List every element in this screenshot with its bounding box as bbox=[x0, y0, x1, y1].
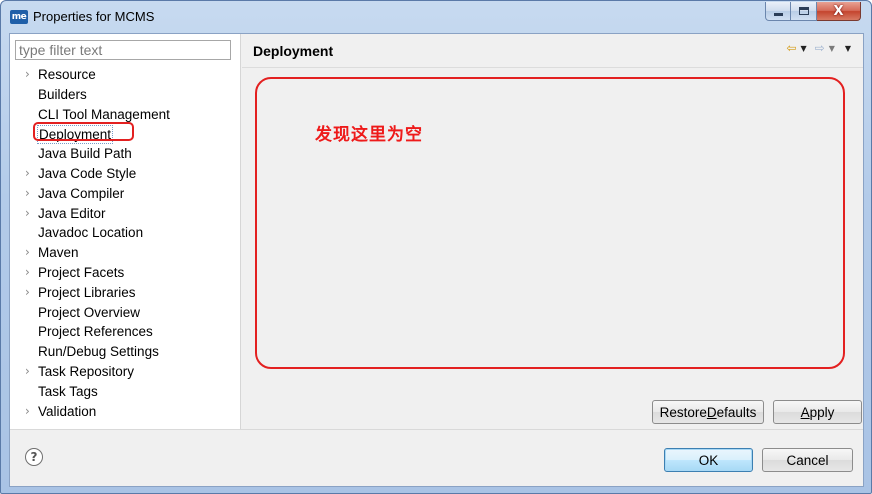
restore-label-mnemonic: D bbox=[706, 404, 717, 420]
restore-label-pre: Restore bbox=[659, 404, 707, 420]
tree-item-validation[interactable]: › Validation bbox=[10, 402, 240, 422]
maximize-button[interactable] bbox=[791, 2, 817, 21]
tree-item-label: Project Overview bbox=[38, 304, 141, 320]
tree-item-project-references[interactable]: Project References bbox=[10, 322, 240, 342]
tree-item-label: CLI Tool Management bbox=[38, 106, 170, 122]
tree-item-deployment[interactable]: Deployment bbox=[10, 124, 240, 145]
ok-button[interactable]: OK bbox=[664, 448, 753, 472]
tree-item-cli-tool-management[interactable]: CLI Tool Management bbox=[10, 105, 240, 125]
category-tree: › Resource Builders CLI Tool Management Depl… bbox=[10, 65, 240, 421]
tree-item-task-tags[interactable]: Task Tags bbox=[10, 382, 240, 402]
back-button[interactable]: ⇦ bbox=[786, 41, 796, 55]
expand-chevron-icon[interactable]: › bbox=[25, 243, 35, 263]
tree-item-java-build-path[interactable]: Java Build Path bbox=[10, 144, 240, 164]
page-content-empty: 发现这里为空 bbox=[242, 69, 863, 429]
tree-item-project-facets[interactable]: › Project Facets bbox=[10, 263, 240, 283]
page-navigation: ⇦ ▼ ⇨ ▼ ▼ bbox=[786, 41, 857, 55]
tree-item-label: Builders bbox=[38, 86, 87, 102]
filter-input[interactable] bbox=[15, 40, 231, 60]
page-header: Deployment ⇦ ▼ ⇨ ▼ ▼ bbox=[242, 34, 863, 68]
tree-item-label: Run/Debug Settings bbox=[38, 344, 159, 360]
tree-item-run-debug-settings[interactable]: Run/Debug Settings bbox=[10, 342, 240, 362]
help-icon[interactable]: ? bbox=[25, 448, 43, 466]
tree-item-maven[interactable]: › Maven bbox=[10, 243, 240, 263]
tree-item-label: Javadoc Location bbox=[38, 225, 144, 241]
tree-item-label: Java Build Path bbox=[38, 146, 132, 162]
restore-defaults-button[interactable]: Restore Defaults bbox=[652, 400, 764, 424]
tree-item-label: Deployment bbox=[37, 125, 114, 145]
expand-chevron-icon[interactable]: › bbox=[25, 65, 35, 85]
tree-item-java-editor[interactable]: › Java Editor bbox=[10, 204, 240, 224]
apply-label-mnemonic: A bbox=[800, 404, 810, 420]
tree-item-label: Java Code Style bbox=[38, 165, 137, 181]
button-bar-divider bbox=[10, 429, 863, 430]
tree-item-label: Java Compiler bbox=[38, 185, 125, 201]
tree-item-project-libraries[interactable]: › Project Libraries bbox=[10, 283, 240, 303]
tree-item-builders[interactable]: Builders bbox=[10, 85, 240, 105]
tree-item-java-code-style[interactable]: › Java Code Style bbox=[10, 164, 240, 184]
tree-item-label: Resource bbox=[38, 67, 96, 82]
tree-item-resource[interactable]: › Resource bbox=[10, 65, 240, 85]
expand-chevron-icon[interactable]: › bbox=[25, 263, 35, 283]
window-controls: X bbox=[765, 2, 861, 22]
tree-item-label: Task Repository bbox=[38, 363, 135, 379]
annotation-text: 发现这里为空 bbox=[315, 125, 423, 145]
tree-item-label: Project Facets bbox=[38, 264, 125, 280]
forward-button[interactable]: ⇨ bbox=[815, 41, 825, 55]
app-logo-icon: me bbox=[10, 10, 28, 24]
dialog-client-area: ›ResourceBuildersCLI Tool ManagementDepl… bbox=[9, 33, 864, 487]
forward-history-dropdown-icon[interactable]: ▼ bbox=[829, 44, 835, 53]
expand-chevron-icon[interactable]: › bbox=[25, 402, 35, 422]
minimize-button[interactable] bbox=[765, 2, 791, 21]
apply-button[interactable]: Apply bbox=[773, 400, 862, 424]
view-menu-icon[interactable]: ▼ bbox=[845, 44, 851, 53]
close-icon: X bbox=[833, 3, 844, 19]
property-page: Deployment ⇦ ▼ ⇨ ▼ ▼ 发现这里为空 Restore D ef… bbox=[242, 34, 863, 429]
tree-item-label: Project References bbox=[38, 324, 153, 340]
window-title: Properties for MCMS bbox=[33, 9, 155, 24]
tree-item-label: Validation bbox=[38, 403, 97, 419]
minimize-icon bbox=[773, 13, 783, 16]
tree-item-label: Maven bbox=[38, 245, 79, 261]
restore-label-post: efaults bbox=[716, 404, 757, 420]
apply-label-post: pply bbox=[809, 404, 835, 420]
tree-item-task-repository[interactable]: › Task Repository bbox=[10, 362, 240, 382]
page-title: Deployment bbox=[253, 43, 334, 59]
tree-item-label: Project Libraries bbox=[38, 284, 136, 300]
tree-item-javadoc-location[interactable]: Javadoc Location bbox=[10, 223, 240, 243]
back-history-dropdown-icon[interactable]: ▼ bbox=[800, 44, 806, 53]
tree-item-label: Task Tags bbox=[38, 383, 98, 399]
forward-arrow-icon: ⇨ bbox=[814, 41, 825, 55]
expand-chevron-icon[interactable]: › bbox=[25, 164, 35, 184]
expand-chevron-icon[interactable]: › bbox=[25, 184, 35, 204]
tree-item-project-overview[interactable]: Project Overview bbox=[10, 303, 240, 323]
category-pane: ›ResourceBuildersCLI Tool ManagementDepl… bbox=[10, 34, 241, 429]
tree-item-java-compiler[interactable]: › Java Compiler bbox=[10, 184, 240, 204]
expand-chevron-icon[interactable]: › bbox=[25, 283, 35, 303]
title-bar[interactable]: me Properties for MCMS X bbox=[1, 1, 871, 33]
close-button[interactable]: X bbox=[817, 2, 861, 21]
cancel-button[interactable]: Cancel bbox=[762, 448, 853, 472]
properties-dialog-window: me Properties for MCMS X ›ResourceBuilde… bbox=[0, 0, 872, 494]
maximize-icon bbox=[798, 7, 809, 15]
tree-item-label: Java Editor bbox=[38, 205, 106, 221]
expand-chevron-icon[interactable]: › bbox=[25, 362, 35, 382]
expand-chevron-icon[interactable]: › bbox=[25, 204, 35, 224]
back-arrow-icon: ⇦ bbox=[786, 41, 797, 55]
